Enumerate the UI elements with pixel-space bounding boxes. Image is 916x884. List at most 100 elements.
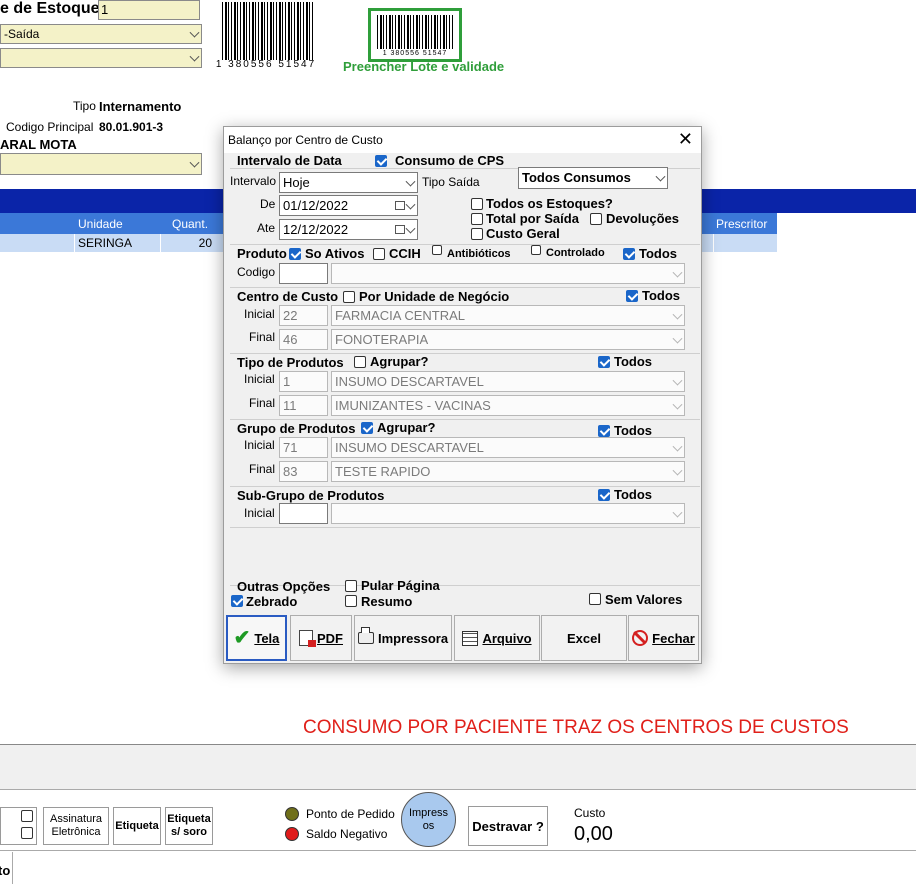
chevron-down-icon	[672, 267, 683, 278]
tela-button[interactable]: ✔ Tela	[226, 615, 287, 661]
annotation-text: CONSUMO POR PACIENTE TRAZ OS CENTROS DE …	[303, 717, 849, 738]
patient-select[interactable]	[0, 153, 202, 175]
tp-inicial-label: Inicial	[244, 372, 275, 386]
resumo-checkbox[interactable]	[345, 595, 357, 607]
so-ativos-label: So Ativos	[305, 246, 365, 261]
excel-button[interactable]: Excel	[541, 615, 627, 661]
todos-estoques-checkbox[interactable]	[471, 198, 483, 210]
gp-inicial-select[interactable]: INSUMO DESCARTAVEL	[331, 437, 685, 458]
barcode-frame[interactable]: 1 380556 51547	[368, 8, 462, 62]
checkbox[interactable]	[21, 810, 33, 822]
gp-final-code[interactable]: 83	[279, 461, 328, 482]
pdf-icon	[299, 630, 316, 647]
impressos-button[interactable]: Impressos	[401, 792, 456, 847]
sg-inicial-select[interactable]	[331, 503, 685, 524]
stock-label: e de Estoque	[0, 0, 100, 17]
cc-final-select[interactable]: FONOTERAPIA	[331, 329, 685, 350]
pdf-button[interactable]: PDF	[290, 615, 352, 661]
chevron-down-icon	[672, 309, 683, 320]
sg-todos-checkbox[interactable]	[598, 489, 610, 501]
devolucoes-checkbox[interactable]	[590, 213, 602, 225]
secondary-select[interactable]	[0, 48, 202, 68]
produto-todos-checkbox[interactable]	[623, 248, 635, 260]
pular-pagina-checkbox[interactable]	[345, 580, 357, 592]
controlado-checkbox[interactable]	[531, 245, 541, 255]
chevron-down-icon	[405, 199, 416, 210]
custo-geral-checkbox[interactable]	[471, 228, 483, 240]
tp-final-label: Final	[249, 396, 276, 410]
tp-final-code[interactable]: 11	[279, 395, 328, 416]
destravar-button[interactable]: Destravar ?	[468, 806, 548, 846]
col-prescritor[interactable]: Prescritor	[716, 217, 767, 231]
tp-final-select[interactable]: IMUNIZANTES - VACINAS	[331, 395, 685, 416]
col-unidade[interactable]: Unidade	[78, 217, 123, 231]
cc-final-label: Final	[249, 330, 276, 344]
zebrado-label: Zebrado	[246, 594, 298, 609]
cc-inicial-select[interactable]: FARMACIA CENTRAL	[331, 305, 685, 326]
chevron-down-icon	[189, 27, 200, 38]
tp-inicial-code[interactable]: 1	[279, 371, 328, 392]
col-quant[interactable]: Quant.	[172, 217, 208, 231]
close-icon[interactable]: ✕	[678, 129, 693, 149]
chevron-down-icon	[672, 465, 683, 476]
ccih-checkbox[interactable]	[373, 248, 385, 260]
calendar-icon[interactable]	[395, 201, 405, 210]
cc-inicial-name: FARMACIA CENTRAL	[335, 308, 466, 323]
total-saida-checkbox[interactable]	[471, 213, 483, 225]
cc-todos-checkbox[interactable]	[626, 290, 638, 302]
gp-todos-checkbox[interactable]	[598, 425, 610, 437]
left-box[interactable]	[0, 807, 37, 845]
devolucoes-label: Devoluções	[606, 211, 679, 226]
calendar-icon[interactable]	[395, 225, 405, 234]
consumo-cps-checkbox[interactable]	[375, 155, 387, 167]
col-separator	[74, 234, 75, 252]
zebrado-checkbox[interactable]	[231, 595, 243, 607]
sem-valores-checkbox[interactable]	[589, 593, 601, 605]
ate-date-field[interactable]: 12/12/2022	[279, 219, 418, 240]
saldo-negativo-label: Saldo Negativo	[306, 827, 388, 841]
codigo-field[interactable]	[279, 263, 328, 284]
cc-inicial-label: Inicial	[244, 307, 275, 321]
ate-label: Ate	[257, 221, 276, 235]
fill-lot-link[interactable]: Preencher Lote e validade	[343, 59, 504, 74]
tp-agrupar-checkbox[interactable]	[354, 356, 366, 368]
cc-final-code[interactable]: 46	[279, 329, 328, 350]
excel-label: Excel	[567, 630, 601, 646]
red-dot-icon	[285, 827, 299, 841]
pular-pagina-label: Pular Página	[361, 578, 440, 593]
assinatura-button[interactable]: Assinatura Eletrônica	[43, 807, 109, 845]
stock-field[interactable]: 1	[98, 0, 200, 20]
gp-agrupar-checkbox[interactable]	[361, 422, 373, 434]
tp-todos-checkbox[interactable]	[598, 356, 610, 368]
tp-inicial-select[interactable]: INSUMO DESCARTAVEL	[331, 371, 685, 392]
chevron-down-icon	[672, 375, 683, 386]
file-icon	[462, 630, 479, 646]
check-icon: ✔	[233, 627, 251, 649]
impressora-button[interactable]: Impressora	[354, 615, 452, 661]
intervalo-value: Hoje	[283, 175, 310, 190]
etiqueta-button[interactable]: Etiqueta	[113, 807, 161, 845]
etiqueta-soro-button[interactable]: Etiqueta s/ soro	[165, 807, 213, 845]
olive-dot-icon	[285, 807, 299, 821]
intervalo-select[interactable]: Hoje	[279, 172, 418, 193]
bottom-tab[interactable]: to	[0, 852, 13, 884]
de-date-field[interactable]: 01/12/2022	[279, 195, 418, 216]
fechar-button[interactable]: Fechar	[628, 615, 699, 661]
operation-select[interactable]: -Saída	[0, 24, 202, 44]
por-unidade-checkbox[interactable]	[343, 291, 355, 303]
dialog-titlebar[interactable]: Balanço por Centro de Custo ✕	[224, 127, 701, 153]
so-ativos-checkbox[interactable]	[289, 248, 301, 260]
centro-custo-section: Centro de Custo	[237, 289, 339, 304]
cc-inicial-code[interactable]: 22	[279, 305, 328, 326]
no-entry-icon	[632, 630, 649, 646]
sg-inicial-code[interactable]	[279, 503, 328, 524]
antibioticos-checkbox[interactable]	[432, 245, 442, 255]
gp-inicial-code[interactable]: 71	[279, 437, 328, 458]
checkbox[interactable]	[21, 827, 33, 839]
printer-icon	[357, 627, 374, 644]
cc-todos-label: Todos	[642, 288, 681, 303]
gp-final-select[interactable]: TESTE RAPIDO	[331, 461, 685, 482]
produto-select[interactable]	[331, 263, 685, 284]
tipo-saida-select[interactable]: Todos Consumos	[518, 167, 668, 189]
arquivo-button[interactable]: Arquivo	[454, 615, 540, 661]
